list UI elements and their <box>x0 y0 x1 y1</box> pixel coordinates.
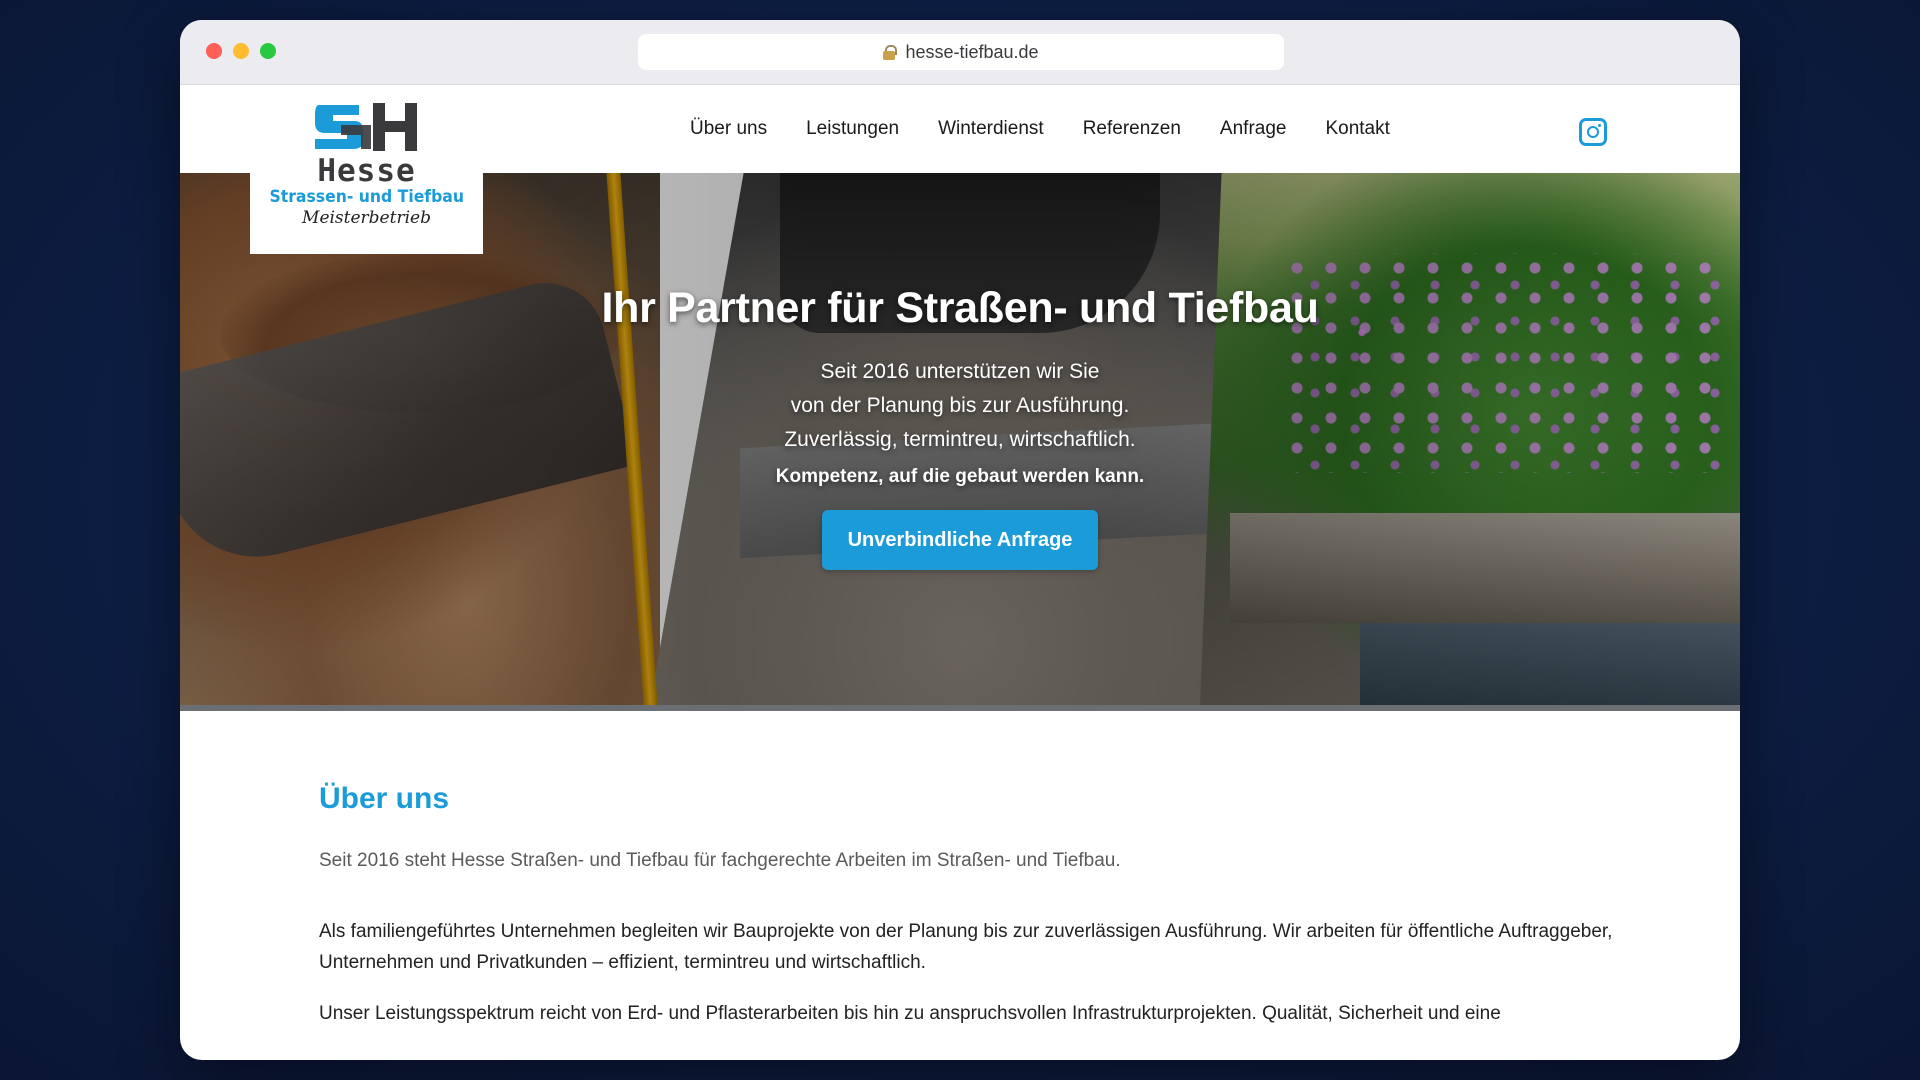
hero-line-1: Seit 2016 unterstützen wir Sie <box>820 360 1100 383</box>
nav-item-kontakt[interactable]: Kontakt <box>1325 118 1389 140</box>
close-window-button[interactable] <box>206 43 222 59</box>
logo-tagline: Meisterbetrieb <box>302 208 431 228</box>
about-title: Über uns <box>319 782 450 815</box>
logo-subtitle: Strassen- und Tiefbau <box>269 187 464 207</box>
hero-slogan: Kompetenz, auf die gebaut werden kann. <box>775 466 1145 487</box>
minimize-window-button[interactable] <box>233 43 249 59</box>
main-navigation: Über uns Leistungen Winterdienst Referen… <box>690 85 1390 173</box>
maximize-window-button[interactable] <box>260 43 276 59</box>
logo-name: Hesse <box>317 153 416 189</box>
about-paragraph-1: Als familiengeführtes Unternehmen beglei… <box>319 921 1613 973</box>
nav-item-anfrage[interactable]: Anfrage <box>1220 118 1287 140</box>
address-bar-url: hesse-tiefbau.de <box>905 41 1039 62</box>
nav-item-leistungen[interactable]: Leistungen <box>806 118 899 140</box>
nav-item-ueber-uns[interactable]: Über uns <box>690 118 767 140</box>
about-paragraph-2: Unser Leistungsspektrum reicht von Erd- … <box>319 1003 1501 1024</box>
hero-description: Seit 2016 unterstützen wir Sie von der P… <box>784 355 1135 457</box>
hero-line-3: Zuverlässig, termintreu, wirtschaftlich. <box>784 428 1136 451</box>
lock-icon <box>883 44 898 60</box>
logo[interactable]: Hesse Strassen- und Tiefbau Meisterbetri… <box>250 85 483 254</box>
browser-toolbar: hesse-tiefbau.de <box>180 20 1740 85</box>
logo-mark-icon <box>314 103 417 151</box>
hero-title: Ihr Partner für Straßen- und Tiefbau <box>601 284 1319 332</box>
browser-window: hesse-tiefbau.de Hesse Strassen- und Tie… <box>180 20 1740 1060</box>
instagram-icon[interactable] <box>1579 118 1607 146</box>
nav-item-winterdienst[interactable]: Winterdienst <box>938 118 1044 140</box>
nav-item-referenzen[interactable]: Referenzen <box>1083 118 1181 140</box>
hero-line-2: von der Planung bis zur Ausführung. <box>790 394 1130 417</box>
about-intro: Seit 2016 steht Hesse Straßen- und Tiefb… <box>319 850 1121 871</box>
inquiry-button[interactable]: Unverbindliche Anfrage <box>822 510 1098 570</box>
about-section: Über uns Seit 2016 steht Hesse Straßen- … <box>319 782 1619 1029</box>
address-bar[interactable]: hesse-tiefbau.de <box>638 34 1284 70</box>
